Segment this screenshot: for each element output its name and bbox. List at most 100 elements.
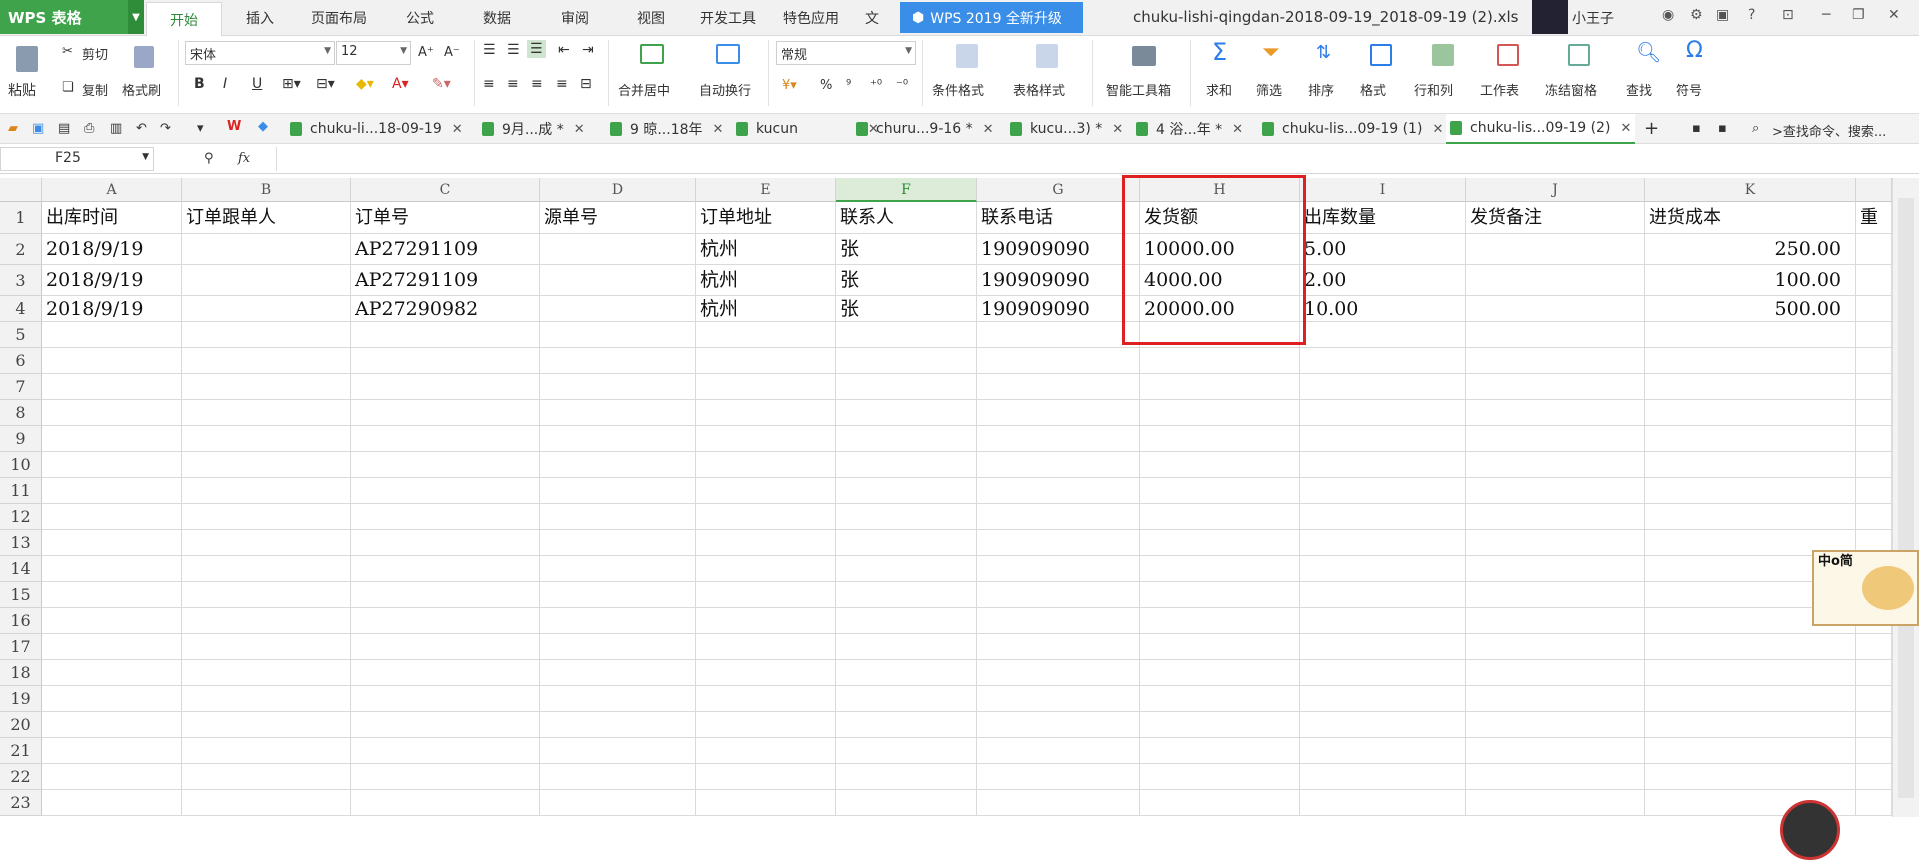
scrollbar-thumb[interactable] bbox=[1898, 198, 1914, 798]
close-icon[interactable]: ✕ bbox=[713, 122, 724, 137]
sheet-cell[interactable] bbox=[1856, 296, 1892, 322]
sheet-cell[interactable] bbox=[836, 582, 977, 608]
sheet-cell[interactable] bbox=[351, 374, 540, 400]
sheet-cell[interactable] bbox=[977, 660, 1140, 686]
sheet-cell[interactable] bbox=[182, 400, 351, 426]
cut-button[interactable]: 剪切 bbox=[82, 44, 108, 63]
format-icon[interactable] bbox=[1370, 44, 1392, 66]
sheet-cell[interactable] bbox=[1856, 634, 1892, 660]
row-header[interactable]: 8 bbox=[0, 400, 42, 426]
sheet-cell[interactable] bbox=[42, 322, 182, 348]
omega-icon[interactable]: Ω bbox=[1686, 38, 1703, 63]
sheet-cell[interactable] bbox=[836, 608, 977, 634]
column-header[interactable]: B bbox=[182, 178, 351, 202]
sheet-cell[interactable] bbox=[1466, 764, 1645, 790]
sheet-cell[interactable]: 联系人 bbox=[836, 202, 977, 234]
sheet-cell[interactable] bbox=[1466, 634, 1645, 660]
sheet-cell[interactable] bbox=[977, 582, 1140, 608]
row-header[interactable]: 11 bbox=[0, 478, 42, 504]
select-all-corner[interactable] bbox=[0, 178, 42, 202]
name-box[interactable]: F25 ▼ bbox=[0, 147, 154, 171]
sheet-cell[interactable] bbox=[182, 234, 351, 265]
sheet-cell[interactable] bbox=[1300, 686, 1466, 712]
sheet-cell[interactable] bbox=[1140, 582, 1300, 608]
sheet-cell[interactable] bbox=[1300, 660, 1466, 686]
preview-icon[interactable]: ▥ bbox=[110, 121, 122, 136]
underline-button[interactable]: U bbox=[252, 76, 262, 92]
file-tab[interactable]: 4 浴...年 * ✕ bbox=[1136, 114, 1243, 144]
sheet-cell[interactable] bbox=[1856, 348, 1892, 374]
file-tab[interactable]: 9月...成 * ✕ bbox=[482, 114, 585, 144]
sheet-cell[interactable] bbox=[696, 556, 836, 582]
sheet-cell[interactable] bbox=[1140, 712, 1300, 738]
column-header[interactable]: C bbox=[351, 178, 540, 202]
sheet-cell[interactable] bbox=[696, 738, 836, 764]
sheet-cell[interactable] bbox=[1856, 504, 1892, 530]
search-icon[interactable]: ⌕ bbox=[1752, 121, 1759, 136]
sheet-cell[interactable] bbox=[1645, 712, 1856, 738]
close-icon[interactable]: ✕ bbox=[452, 122, 463, 137]
sheet-cell[interactable] bbox=[540, 265, 696, 296]
sheet-cell[interactable] bbox=[1645, 426, 1856, 452]
sheet-cell[interactable]: 杭州 bbox=[696, 234, 836, 265]
freeze-icon[interactable] bbox=[1568, 44, 1590, 66]
sheet-cell[interactable] bbox=[836, 790, 977, 816]
tab-view[interactable]: 视图 bbox=[637, 8, 665, 28]
sheet-cell[interactable] bbox=[696, 582, 836, 608]
sheet-cell[interactable] bbox=[1645, 504, 1856, 530]
sheet-cell[interactable] bbox=[42, 400, 182, 426]
sheet-cell[interactable]: 190909090 bbox=[977, 296, 1140, 322]
tab-more[interactable]: 文 bbox=[865, 8, 879, 28]
sheet-cell[interactable] bbox=[351, 478, 540, 504]
sheet-cell[interactable] bbox=[696, 322, 836, 348]
sheet-cell[interactable] bbox=[1466, 608, 1645, 634]
column-header[interactable]: G bbox=[977, 178, 1140, 202]
sheet-cell[interactable] bbox=[1140, 556, 1300, 582]
sheet-cell[interactable] bbox=[977, 478, 1140, 504]
sheet-cell[interactable] bbox=[540, 234, 696, 265]
column-header[interactable]: J bbox=[1466, 178, 1645, 202]
sheet-cell[interactable] bbox=[1140, 608, 1300, 634]
sheet-cell[interactable] bbox=[42, 686, 182, 712]
help-icon[interactable]: ? bbox=[1748, 7, 1755, 23]
column-header[interactable]: F bbox=[836, 178, 977, 202]
sheet-cell[interactable] bbox=[1466, 582, 1645, 608]
sheet-cell[interactable]: 发货备注 bbox=[1466, 202, 1645, 234]
sheet-cell[interactable] bbox=[977, 686, 1140, 712]
align-left-icon[interactable]: ≡ bbox=[483, 76, 495, 92]
row-header[interactable]: 14 bbox=[0, 556, 42, 582]
tab-home[interactable]: 开始 bbox=[146, 2, 222, 37]
sheet-cell[interactable] bbox=[182, 296, 351, 322]
filter-button[interactable]: 筛选 bbox=[1256, 80, 1282, 99]
sheet-cell[interactable] bbox=[977, 374, 1140, 400]
sheet-cell[interactable] bbox=[1140, 478, 1300, 504]
row-header[interactable]: 4 bbox=[0, 296, 42, 322]
row-header[interactable]: 7 bbox=[0, 374, 42, 400]
sheet-cell[interactable] bbox=[1300, 556, 1466, 582]
sheet-cell[interactable] bbox=[977, 556, 1140, 582]
new-tab-icon[interactable]: + bbox=[1644, 118, 1659, 139]
sheet-cell[interactable] bbox=[836, 686, 977, 712]
row-header[interactable]: 1 bbox=[0, 202, 42, 234]
sheet-cell[interactable] bbox=[540, 374, 696, 400]
sheet-cell[interactable] bbox=[977, 634, 1140, 660]
row-header[interactable]: 12 bbox=[0, 504, 42, 530]
sheet-cell[interactable] bbox=[1300, 452, 1466, 478]
sheet-cell[interactable] bbox=[696, 764, 836, 790]
sheet-cell[interactable] bbox=[1300, 530, 1466, 556]
sheet-cell[interactable] bbox=[696, 530, 836, 556]
freeze-button[interactable]: 冻结窗格 bbox=[1545, 80, 1597, 99]
sheet-cell[interactable] bbox=[351, 322, 540, 348]
sheet-cell[interactable]: 2018/9/19 bbox=[42, 234, 182, 265]
tab-page-layout[interactable]: 页面布局 bbox=[311, 8, 367, 28]
sheet-cell[interactable] bbox=[696, 608, 836, 634]
sheet-cell[interactable] bbox=[836, 660, 977, 686]
close-icon[interactable]: ✕ bbox=[1432, 122, 1443, 137]
sheet-cell[interactable] bbox=[1140, 634, 1300, 660]
sheet-cell[interactable] bbox=[1645, 660, 1856, 686]
sheet-cell[interactable] bbox=[42, 504, 182, 530]
spreadsheet-grid[interactable]: ABCDEFGHIJK 1 出库时间 订单跟单人 订单号 源单号 订单地址 联系人 联系电话发… bbox=[0, 178, 1892, 817]
sheet-cell[interactable] bbox=[1300, 348, 1466, 374]
sheet-cell[interactable] bbox=[836, 634, 977, 660]
sheet-cell[interactable] bbox=[696, 712, 836, 738]
